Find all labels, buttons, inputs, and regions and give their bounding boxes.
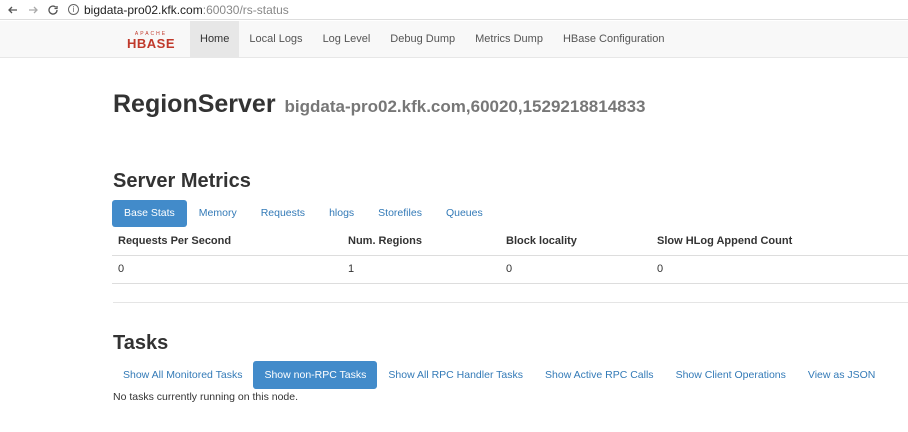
cell-num-regions: 1 xyxy=(342,255,500,284)
server-metrics-tabs: Base Stats Memory Requests hlogs Storefi… xyxy=(112,200,495,227)
url-host: bigdata-pro02.kfk.com xyxy=(84,2,203,17)
tab-show-client-operations[interactable]: Show Client Operations xyxy=(665,361,797,389)
top-navbar: APACHE HBASE Home Local Logs Log Level D… xyxy=(0,21,908,58)
tasks-filter-tabs: Show All Monitored Tasks Show non-RPC Ta… xyxy=(112,361,886,389)
logo-main-text: HBASE xyxy=(127,36,175,51)
address-bar[interactable]: i bigdata-pro02.kfk.com:60030/rs-status xyxy=(68,2,289,18)
base-stats-table: Requests Per Second Num. Regions Block l… xyxy=(112,228,908,284)
header-block-locality: Block locality xyxy=(500,228,651,256)
page-title: RegionServer bigdata-pro02.kfk.com,60020… xyxy=(113,90,646,119)
tab-requests[interactable]: Requests xyxy=(249,200,317,227)
tab-show-all-monitored-tasks[interactable]: Show All Monitored Tasks xyxy=(112,361,253,389)
tab-view-as-json[interactable]: View as JSON xyxy=(797,361,887,389)
section-divider xyxy=(113,302,908,303)
nav-log-level[interactable]: Log Level xyxy=(313,21,381,58)
no-tasks-message: No tasks currently running on this node. xyxy=(113,391,299,403)
reload-icon[interactable] xyxy=(46,3,60,17)
header-requests-per-second: Requests Per Second xyxy=(112,228,342,256)
url-path: :60030/rs-status xyxy=(202,2,289,17)
info-icon[interactable]: i xyxy=(68,4,79,15)
hbase-logo[interactable]: APACHE HBASE xyxy=(123,29,179,51)
server-metrics-title: Server Metrics xyxy=(113,170,251,192)
tab-hlogs[interactable]: hlogs xyxy=(317,200,366,227)
cell-block-locality: 0 xyxy=(500,255,651,284)
header-num-regions: Num. Regions xyxy=(342,228,500,256)
page-subtitle: bigdata-pro02.kfk.com,60020,152921881483… xyxy=(284,97,646,116)
table-row: 0 1 0 0 xyxy=(112,255,908,284)
browser-bar: i bigdata-pro02.kfk.com:60030/rs-status xyxy=(0,0,908,20)
nav-home[interactable]: Home xyxy=(190,21,240,58)
forward-icon[interactable] xyxy=(26,3,40,17)
cell-requests-per-second: 0 xyxy=(112,255,342,284)
nav-local-logs[interactable]: Local Logs xyxy=(239,21,312,58)
table-header-row: Requests Per Second Num. Regions Block l… xyxy=(112,228,908,256)
nav-debug-dump[interactable]: Debug Dump xyxy=(380,21,465,58)
tasks-title: Tasks xyxy=(113,332,169,354)
page-title-text: RegionServer xyxy=(113,90,276,118)
tab-show-all-rpc-handler-tasks[interactable]: Show All RPC Handler Tasks xyxy=(377,361,534,389)
header-slow-hlog-append-count: Slow HLog Append Count xyxy=(651,228,908,256)
cell-slow-hlog-append-count: 0 xyxy=(651,255,908,284)
tab-show-active-rpc-calls[interactable]: Show Active RPC Calls xyxy=(534,361,665,389)
nav-metrics-dump[interactable]: Metrics Dump xyxy=(465,21,553,58)
nav-hbase-configuration[interactable]: HBase Configuration xyxy=(553,21,675,58)
tab-queues[interactable]: Queues xyxy=(434,200,495,227)
back-icon[interactable] xyxy=(6,3,20,17)
tab-storefiles[interactable]: Storefiles xyxy=(366,200,434,227)
nav-menu: Home Local Logs Log Level Debug Dump Met… xyxy=(190,21,674,58)
tab-memory[interactable]: Memory xyxy=(187,200,249,227)
tab-show-non-rpc-tasks[interactable]: Show non-RPC Tasks xyxy=(253,361,378,389)
tab-base-stats[interactable]: Base Stats xyxy=(112,200,187,227)
